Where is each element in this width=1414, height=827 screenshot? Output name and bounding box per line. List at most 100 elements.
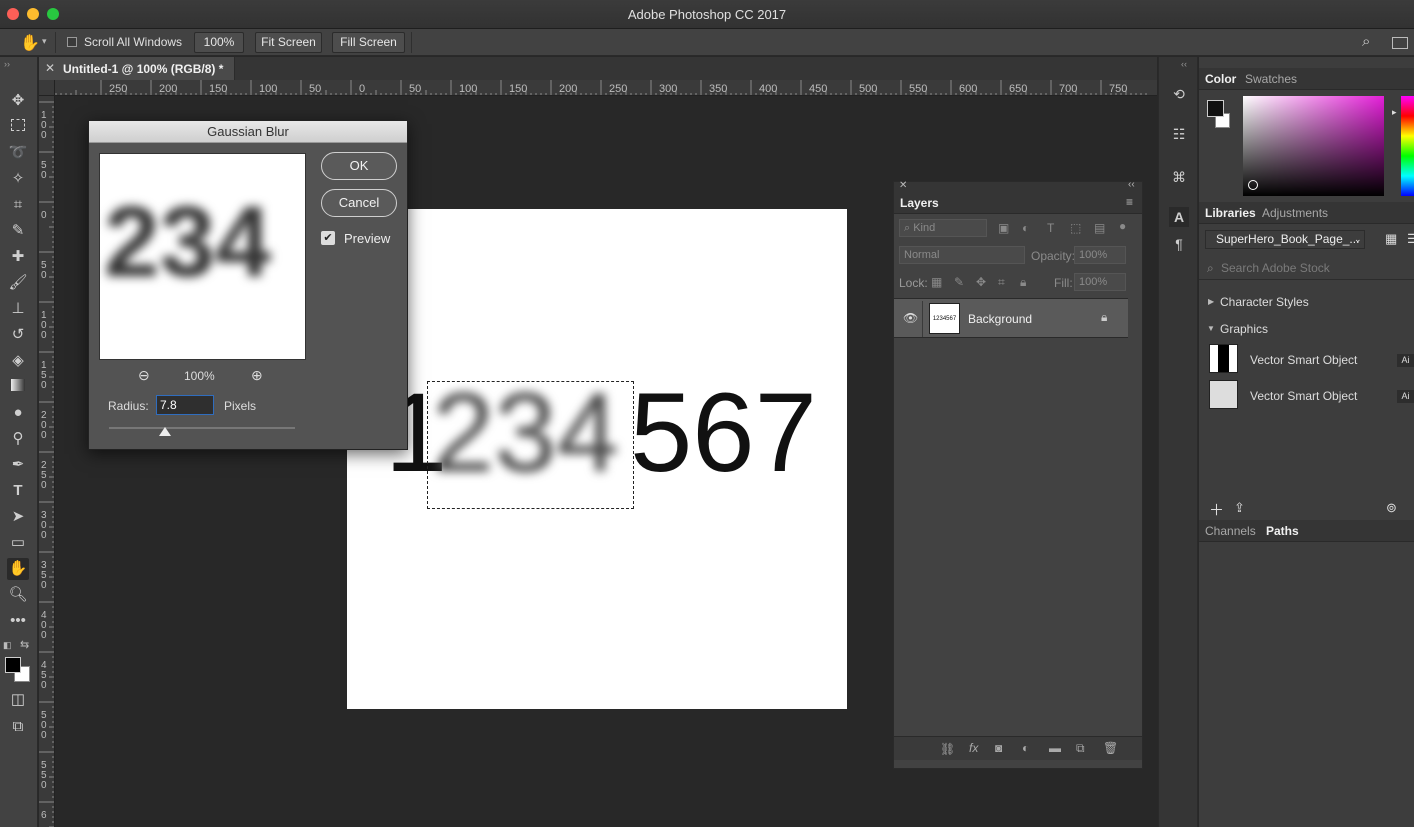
marquee-tool-icon[interactable] [7,116,29,138]
vertical-ruler[interactable]: 100500501001502002503003504004505005506 [39,96,55,827]
layers-tab[interactable]: Layers [900,196,939,210]
ok-button[interactable]: OK [321,152,397,180]
lock-artboard-icon[interactable]: ⌗ [998,275,1005,290]
graphic-item-name[interactable]: Vector Smart Object [1250,389,1357,403]
cancel-button[interactable]: Cancel [321,189,397,217]
lock-transparent-icon[interactable]: ▦ [931,275,942,289]
character-styles-group[interactable]: Character Styles [1220,295,1309,309]
layers-panel-grip[interactable]: ✕ ‹‹ [894,179,1142,192]
eyedropper-tool-icon[interactable]: ✎ [7,220,29,242]
path-selection-tool-icon[interactable]: ➤ [7,506,29,528]
blur-tool-icon[interactable]: ● [7,402,29,424]
adjustment-layer-icon[interactable]: ◐ [1022,741,1029,755]
quick-mask-icon[interactable]: ◫ [7,689,29,711]
type-tool-icon[interactable]: T [7,480,29,502]
zoom-in-icon[interactable]: ⊕ [251,367,263,384]
color-picker-handle[interactable] [1248,180,1258,190]
pen-tool-icon[interactable]: ✒ [7,454,29,476]
graphic-item-name[interactable]: Vector Smart Object [1250,353,1357,367]
collapse-panel-icon[interactable]: ‹‹ [1128,179,1135,190]
dialog-title[interactable]: Gaussian Blur [89,121,407,143]
add-content-icon[interactable]: ＋ [1209,499,1224,520]
collapse-arrow-icon[interactable]: ▼ [1207,324,1215,333]
creative-cloud-icon[interactable]: ⊚ [1386,500,1397,516]
layer-name[interactable]: Background [968,312,1032,326]
foreground-color-swatch[interactable] [5,657,21,673]
filter-pixel-icon[interactable]: ▣ [998,221,1009,235]
color-field[interactable] [1243,96,1384,196]
hand-tool-icon[interactable]: ✋ [7,558,29,580]
library-select[interactable]: SuperHero_Book_Page_... ⌄ [1205,230,1365,249]
filter-smart-object-icon[interactable]: ▤ [1094,221,1105,235]
radius-slider-thumb[interactable] [158,427,171,436]
paths-panel-icon[interactable]: ⌘ [1169,167,1189,187]
history-panel-icon[interactable]: ⟲ [1169,84,1189,104]
radius-slider-track[interactable] [109,427,295,436]
document-tab[interactable]: ✕ Untitled-1 @ 100% (RGB/8) * [39,57,235,80]
gradient-tool-icon[interactable] [7,376,29,398]
move-tool-icon[interactable]: ✥ [7,90,29,112]
upload-icon[interactable]: ⇪ [1234,500,1245,516]
eraser-tool-icon[interactable]: ◈ [7,350,29,372]
shape-tool-icon[interactable]: ▭ [7,532,29,554]
lasso-tool-icon[interactable]: ➰ [7,142,29,164]
lock-pixels-icon[interactable]: ✎ [954,275,964,289]
delete-layer-icon[interactable]: 🗑︎ [1103,741,1118,755]
hue-slider[interactable] [1401,96,1414,196]
visibility-eye-icon[interactable]: 👁︎ [903,311,918,325]
properties-panel-icon[interactable]: ☷ [1169,124,1189,144]
clone-stamp-tool-icon[interactable]: ⊥ [7,298,29,320]
healing-brush-tool-icon[interactable]: ✚ [7,246,29,268]
scroll-all-windows-checkbox[interactable] [67,37,77,47]
layer-style-icon[interactable]: fx [969,741,978,755]
opacity-input[interactable]: 100% [1074,246,1126,264]
layer-kind-filter[interactable]: ⌕ Kind [899,219,987,237]
hand-tool-icon[interactable]: ✋ [20,33,40,53]
blend-mode-select[interactable]: Normal [899,246,1025,264]
filter-toggle-icon[interactable]: ● [1119,219,1126,233]
zoom-100-button[interactable]: 100% [194,32,244,53]
tool-preset-chevron-icon[interactable]: ▾ [42,36,47,47]
graphics-group[interactable]: Graphics [1220,322,1268,336]
fill-input[interactable]: 100% [1074,273,1126,291]
filter-shape-icon[interactable]: ⬚ [1070,221,1081,235]
magic-wand-tool-icon[interactable]: ✧ [7,168,29,190]
swatches-tab[interactable]: Swatches [1245,72,1297,86]
new-group-icon[interactable]: ▬ [1049,741,1061,755]
search-icon[interactable]: ⌕ [1362,33,1370,50]
lock-position-icon[interactable]: ✥ [976,275,986,289]
link-layers-icon[interactable]: ⛓ [940,742,955,756]
grid-view-icon[interactable]: ▦ [1385,231,1397,247]
selection-marquee[interactable] [427,381,634,509]
filter-adjustment-icon[interactable]: ◐ [1022,221,1029,235]
expand-arrow-icon[interactable]: ▶ [1208,297,1214,306]
list-view-icon[interactable]: ☰ [1407,231,1414,247]
radius-input[interactable] [156,395,214,415]
horizontal-ruler[interactable]: 250 200 150 100 50 0 50 100 150 200 250 300 350 400 45… [39,80,1157,96]
fill-screen-button[interactable]: Fill Screen [332,32,405,53]
filter-type-icon[interactable]: T [1047,221,1054,235]
brush-tool-icon[interactable]: 🖌 [7,272,29,294]
zoom-tool-icon[interactable]: 🔍︎ [7,584,29,606]
document-canvas[interactable]: 1 234 567 [347,209,847,709]
close-panel-icon[interactable]: ✕ [899,180,907,191]
libraries-tab[interactable]: Libraries [1205,206,1256,220]
collapse-toolbar-icon[interactable]: ›› [4,59,10,69]
panel-menu-icon[interactable]: ≡ [1126,195,1133,209]
crop-tool-icon[interactable]: ⌗ [7,194,29,216]
zoom-out-icon[interactable]: ⊖ [138,367,150,384]
foreground-color-chip[interactable] [1207,100,1224,117]
collapse-dock-icon[interactable]: ‹‹ [1181,59,1187,69]
paths-tab[interactable]: Paths [1266,524,1299,538]
preview-checkbox[interactable]: ✔ [321,231,335,245]
history-brush-tool-icon[interactable]: ↺ [7,324,29,346]
swap-colors-icon[interactable]: ⇆ [20,638,29,651]
stock-search-input[interactable]: Search Adobe Stock [1221,261,1330,275]
hue-slider-arrow[interactable]: ▸ [1392,107,1397,118]
fit-screen-button[interactable]: Fit Screen [255,32,322,53]
default-colors-icon[interactable]: ◧ [3,640,12,651]
paragraph-panel-icon[interactable]: ¶ [1169,234,1189,254]
adjustments-tab[interactable]: Adjustments [1262,206,1328,220]
add-mask-icon[interactable]: ◙ [995,741,1002,755]
ruler-origin[interactable] [39,80,55,96]
